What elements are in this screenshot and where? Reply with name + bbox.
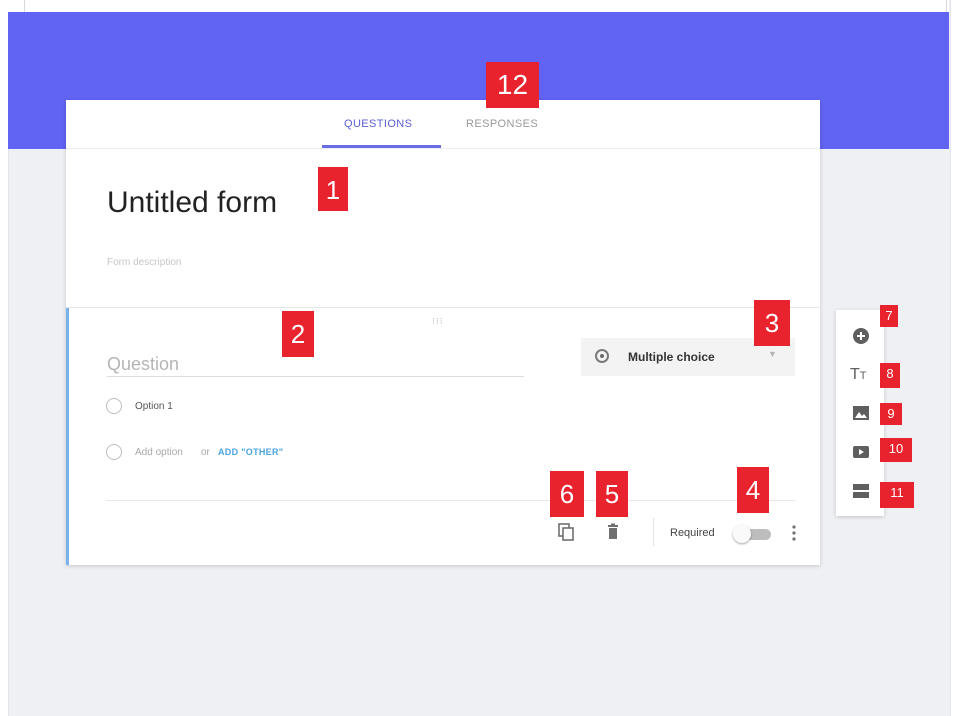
title-glyph: T [850, 366, 860, 383]
add-section-icon[interactable] [850, 480, 872, 502]
add-other-link[interactable]: ADD "OTHER" [218, 447, 283, 457]
callout-7: 7 [880, 305, 898, 327]
active-tab-indicator [322, 145, 441, 148]
add-video-icon[interactable] [850, 441, 872, 463]
callout-3: 3 [754, 300, 790, 346]
active-question-indicator [66, 308, 69, 565]
add-question-icon[interactable] [850, 325, 872, 347]
callout-4: 4 [737, 467, 769, 513]
tab-questions[interactable]: QUESTIONS [344, 118, 412, 130]
callout-8: 8 [880, 363, 900, 388]
duplicate-icon[interactable] [556, 522, 576, 542]
or-label: or [201, 447, 210, 458]
add-option-link[interactable]: Add option [135, 447, 183, 458]
required-label: Required [670, 527, 715, 539]
trash-icon[interactable] [603, 522, 623, 542]
callout-1: 1 [318, 167, 348, 211]
option-label[interactable]: Option 1 [135, 401, 173, 412]
divider [106, 500, 796, 501]
top-strip [8, 0, 949, 12]
drag-handle-icon[interactable]: ⁝⁝⁝ [432, 316, 444, 327]
callout-2: 2 [282, 311, 314, 357]
radio-icon [106, 398, 122, 414]
toggle-knob [733, 525, 751, 543]
form-card: QUESTIONS RESPONSES Untitled form Form d… [66, 100, 820, 565]
callout-11: 11 [880, 482, 914, 508]
page: QUESTIONS RESPONSES Untitled form Form d… [0, 0, 957, 716]
chevron-down-icon: ▼ [768, 349, 777, 359]
add-title-icon[interactable]: TT [850, 364, 872, 386]
question-type-label: Multiple choice [628, 350, 715, 364]
side-toolbar: TT [836, 310, 884, 516]
more-vert-icon[interactable] [788, 523, 800, 543]
title-glyph-small: T [859, 370, 867, 382]
callout-6: 6 [550, 471, 584, 517]
tab-responses[interactable]: RESPONSES [466, 118, 538, 130]
tab-bar: QUESTIONS RESPONSES [66, 100, 820, 149]
radio-button-icon [595, 349, 609, 363]
question-input[interactable] [107, 352, 524, 377]
add-image-icon[interactable] [850, 402, 872, 424]
form-title[interactable]: Untitled form [107, 186, 277, 220]
divider [946, 0, 947, 12]
callout-10: 10 [880, 438, 912, 462]
required-toggle[interactable] [733, 525, 773, 543]
divider [24, 0, 25, 12]
radio-icon [106, 444, 122, 460]
question-card: ⁝⁝⁝ Multiple choice ▼ Option 1 Add optio… [66, 308, 820, 565]
callout-9: 9 [880, 403, 902, 425]
form-description-field[interactable]: Form description [107, 257, 181, 268]
divider [653, 518, 654, 546]
callout-12: 12 [486, 62, 539, 108]
callout-5: 5 [596, 471, 628, 517]
